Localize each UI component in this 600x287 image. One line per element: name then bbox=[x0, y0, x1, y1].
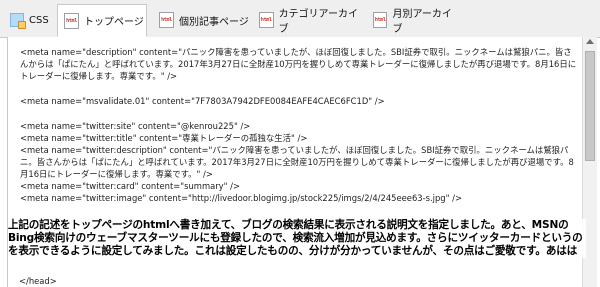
html-file-icon: html bbox=[159, 12, 174, 28]
code-text[interactable]: <meta name="description" content="パニック障害… bbox=[20, 37, 578, 204]
code-line: <meta name="twitter:description" content… bbox=[20, 145, 574, 179]
tab-label: CSS bbox=[29, 14, 49, 26]
scroll-up-arrow-icon[interactable] bbox=[586, 39, 594, 44]
tab-label: 個別記事ページ bbox=[179, 16, 249, 28]
tab-category-archive[interactable]: html カテゴリアーカイブ bbox=[253, 5, 365, 35]
code-line: <meta name="twitter:site" content="@kenr… bbox=[20, 121, 251, 131]
html-file-icon: html bbox=[259, 12, 274, 28]
code-line: <meta name="twitter:image" content="http… bbox=[20, 193, 462, 203]
editor-tab-bar: CSS html トップページ html 個別記事ページ html カテゴリアー… bbox=[0, 0, 600, 38]
css-file-icon bbox=[9, 12, 26, 29]
html-file-icon: html bbox=[373, 12, 388, 28]
scrollbar-thumb[interactable] bbox=[585, 51, 595, 161]
tab-top-page[interactable]: html トップページ bbox=[57, 4, 147, 37]
code-line: <meta name="twitter:card" content="summa… bbox=[20, 181, 240, 191]
tab-label: トップページ bbox=[84, 17, 144, 28]
tab-individual-article[interactable]: html 個別記事ページ bbox=[153, 5, 251, 35]
code-line: <meta name="msvalidate.01" content="7F78… bbox=[20, 96, 385, 106]
html-file-icon: html bbox=[64, 12, 79, 29]
code-line: </head> bbox=[19, 276, 57, 286]
tab-monthly-archive[interactable]: html 月別アーカイブ bbox=[367, 5, 459, 35]
code-line: <meta name="twitter:title" content="専業トレ… bbox=[20, 133, 308, 143]
overlay-note: 上記の記述をトップページのhtmlへ書き加えて、ブログの検索結果に表示される説明… bbox=[8, 219, 586, 258]
tab-label: カテゴリアーカイブ bbox=[278, 9, 358, 35]
tab-css[interactable]: CSS bbox=[3, 5, 55, 35]
tab-label: 月別アーカイブ bbox=[392, 9, 452, 35]
code-line: <meta name="description" content="パニック障害… bbox=[20, 47, 577, 81]
